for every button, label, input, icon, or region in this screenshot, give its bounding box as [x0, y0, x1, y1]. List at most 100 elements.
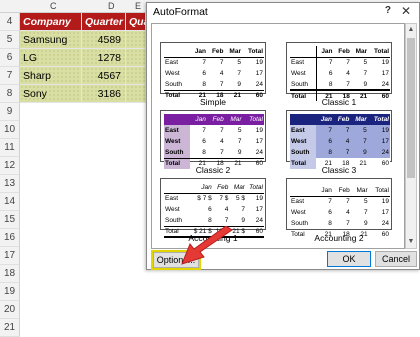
preview-cell: 5 $: [235, 195, 245, 203]
preview-cell: 7: [316, 125, 333, 136]
preview-cell: 6: [202, 138, 206, 145]
row-header[interactable]: 5: [0, 31, 20, 49]
preview-cell: 6: [316, 136, 333, 147]
preview-cell: 7: [224, 216, 229, 224]
help-button[interactable]: ?: [385, 5, 391, 16]
header-company[interactable]: Company: [20, 13, 82, 31]
preview-cell: 7: [237, 70, 241, 77]
row-header[interactable]: 17: [0, 247, 20, 265]
scroll-thumb[interactable]: [407, 38, 415, 178]
preview-cell: 8: [328, 80, 333, 88]
preview-cell: Total: [368, 46, 390, 58]
preview-cell: 17: [381, 70, 389, 77]
cancel-button[interactable]: Cancel: [375, 251, 417, 267]
row-header[interactable]: 15: [0, 211, 20, 229]
preview-cell: West: [291, 209, 306, 216]
row-header[interactable]: 4: [0, 13, 20, 31]
preview-cell: 8: [202, 148, 206, 156]
header-quarter-2[interactable]: Quar: [126, 13, 154, 31]
preview-cell: 7: [237, 138, 242, 145]
format-preview: Jan Feb Mar Total East 7 7 5 19 West 6 4 7 17 South 8 7 9…: [286, 110, 392, 169]
preview-cell: 9: [364, 220, 368, 227]
preview-cell: 6: [328, 70, 333, 77]
row-header[interactable]: 10: [0, 121, 20, 139]
preview-cell: East: [291, 198, 305, 206]
format-label: Classic 3: [321, 165, 357, 175]
preview-cell: Feb: [206, 114, 225, 125]
preview-cell: 9: [241, 216, 245, 224]
preview-cell: 8: [328, 220, 332, 227]
column-header-d[interactable]: D: [108, 1, 115, 11]
scroll-up-icon[interactable]: ▲: [406, 25, 416, 35]
preview-cell: 17: [381, 209, 389, 216]
preview-cell: 17: [255, 206, 263, 213]
header-quarter-1[interactable]: Quarter 1: [82, 13, 126, 46]
cell-value[interactable]: 1278: [82, 49, 126, 67]
cell-empty[interactable]: [126, 67, 146, 85]
format-label: Classic 1: [321, 97, 357, 107]
preview-cell: Jan: [190, 114, 207, 125]
row-header[interactable]: 8: [0, 85, 20, 103]
preview-cell: [164, 46, 190, 58]
ok-button[interactable]: OK: [327, 251, 371, 267]
preview-cell: 7: [363, 70, 368, 77]
cell-value[interactable]: 4589: [82, 31, 126, 49]
cell-company[interactable]: Samsung: [20, 31, 82, 49]
preview-cell: South: [165, 216, 182, 224]
preview-cell: 7: [202, 59, 207, 67]
row-header[interactable]: 16: [0, 229, 20, 247]
preview-cell: West: [165, 206, 180, 213]
preview-cell: Mar: [224, 114, 243, 125]
preview-cell: 7: [346, 198, 350, 206]
cell-value[interactable]: 4567: [82, 67, 126, 85]
format-label: Simple: [200, 97, 226, 107]
format-preview: Jan Feb Mar Total East 7 7 5 19 West 6 4 7 17 South 8 7 9…: [286, 178, 392, 238]
preview-table: Jan Feb Mar Total East 7 7 5 19 West 6 4 7 17 South 8 7 9…: [290, 46, 390, 101]
row-header[interactable]: 7: [0, 67, 20, 85]
preview-cell: 5: [237, 127, 242, 134]
preview-cell: Feb: [332, 114, 351, 125]
preview-cell: 7: [220, 127, 224, 134]
preview-cell: West: [165, 70, 180, 77]
cell-empty[interactable]: [126, 49, 146, 67]
preview-cell: 19: [255, 59, 263, 67]
row-header[interactable]: 14: [0, 193, 20, 211]
preview-cell: 7: [219, 59, 224, 67]
row-header[interactable]: 6: [0, 49, 20, 67]
cell-company[interactable]: LG: [20, 49, 82, 67]
format-label: Accounting 2: [314, 233, 364, 243]
preview-cell: 24: [381, 220, 389, 227]
preview-cell: 7: [346, 59, 350, 67]
preview-cell: Mar: [229, 182, 246, 194]
preview-cell: 4: [346, 209, 350, 216]
preview-cell: 17: [255, 138, 263, 145]
row-header[interactable]: 19: [0, 283, 20, 301]
column-header-c[interactable]: C: [50, 1, 57, 11]
row-header[interactable]: 21: [0, 319, 20, 337]
row-header[interactable]: 11: [0, 139, 20, 157]
preview-cell: [290, 114, 316, 125]
row-header[interactable]: 13: [0, 175, 20, 193]
row-header[interactable]: 9: [0, 103, 20, 121]
cell-company[interactable]: Sony: [20, 85, 82, 103]
preview-cell: East: [164, 125, 190, 136]
preview-cell: Mar: [350, 114, 368, 125]
preview-cell: [290, 46, 317, 58]
preview-cell: 7: [332, 125, 351, 136]
gallery-scrollbar[interactable]: ▲ ▼: [405, 23, 417, 249]
cell-empty[interactable]: [126, 31, 146, 49]
preview-cell: 9: [350, 147, 368, 158]
column-header-e[interactable]: E: [135, 1, 141, 11]
row-header[interactable]: 18: [0, 265, 20, 283]
cell-value[interactable]: 3186: [82, 85, 126, 103]
preview-cell: 7: [364, 209, 368, 216]
row-header[interactable]: 12: [0, 157, 20, 175]
preview-cell: 7: [219, 80, 224, 88]
preview-cell: 5: [237, 59, 241, 67]
preview-cell: East: [290, 125, 316, 136]
close-icon[interactable]: ✕: [401, 4, 411, 18]
cell-company[interactable]: Sharp: [20, 67, 82, 85]
scroll-down-icon[interactable]: ▼: [406, 237, 416, 247]
row-header[interactable]: 20: [0, 301, 20, 319]
cell-empty[interactable]: [126, 85, 146, 103]
